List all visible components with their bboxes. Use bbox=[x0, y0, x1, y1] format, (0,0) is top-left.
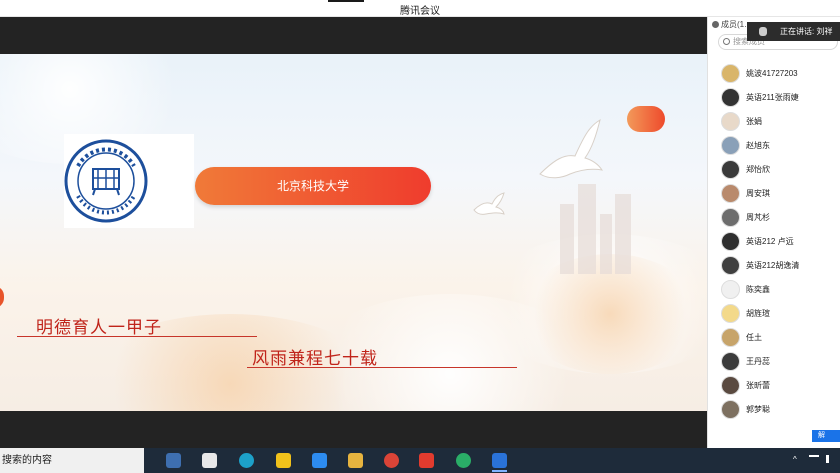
member-name: 赵旭东 bbox=[746, 140, 770, 150]
windows-taskbar: 搜索的内容 ^ bbox=[0, 448, 840, 473]
folder-icon[interactable] bbox=[348, 453, 363, 468]
member-name: 周芃杉 bbox=[746, 212, 770, 222]
member-name: 姚波41727203 bbox=[746, 68, 798, 78]
avatar bbox=[721, 255, 740, 275]
members-panel: 成员(1… 搜索成员 姚波41727203 英语211张雨婕 张娟 赵旭东 郑怡欣 周安琪… bbox=[707, 17, 840, 448]
member-row[interactable]: 张昕蕾 bbox=[708, 373, 840, 397]
confirm-button[interactable]: 解 bbox=[812, 430, 840, 442]
member-name: 英语212 卢远 bbox=[746, 236, 794, 246]
decorative-red-tab bbox=[0, 286, 4, 308]
avatar bbox=[721, 183, 740, 203]
avatar bbox=[721, 327, 740, 347]
avatar bbox=[721, 231, 740, 251]
cloud-app-icon[interactable] bbox=[312, 453, 327, 468]
tencent-meeting-icon[interactable] bbox=[492, 453, 507, 472]
edge-icon[interactable] bbox=[239, 453, 254, 468]
member-row[interactable]: 英语212 卢远 bbox=[708, 229, 840, 253]
notes-icon[interactable] bbox=[276, 453, 291, 468]
avatar bbox=[721, 63, 740, 83]
chrome-icon[interactable] bbox=[384, 453, 399, 468]
member-row[interactable]: 英语211张雨婕 bbox=[708, 85, 840, 109]
member-row[interactable]: 郑怡欣 bbox=[708, 157, 840, 181]
member-name: 张昕蕾 bbox=[746, 380, 770, 390]
member-name: 张娟 bbox=[746, 116, 762, 126]
slogan-line-1: 明德育人一甲子 bbox=[36, 318, 162, 338]
member-name: 任土 bbox=[746, 332, 762, 342]
slogan-underline-1 bbox=[17, 336, 257, 337]
search-icon bbox=[723, 38, 730, 45]
member-row[interactable]: 张娟 bbox=[708, 109, 840, 133]
member-row[interactable]: 任土 bbox=[708, 325, 840, 349]
dove-icon bbox=[539, 118, 604, 179]
slogan-line-2: 风雨兼程七十载 bbox=[252, 349, 378, 369]
member-name: 郭梦聪 bbox=[746, 404, 770, 414]
member-list: 姚波41727203 英语211张雨婕 张娟赵旭东郑怡欣周安琪周芃杉英语212 卢远… bbox=[708, 61, 840, 421]
network-icon[interactable] bbox=[809, 455, 819, 463]
avatar bbox=[721, 207, 740, 227]
member-row[interactable]: 王丹蕊 bbox=[708, 349, 840, 373]
app-icon[interactable] bbox=[202, 453, 217, 468]
member-row[interactable]: 英语212胡逸清 bbox=[708, 253, 840, 277]
member-row[interactable]: 周安琪 bbox=[708, 181, 840, 205]
member-row[interactable]: 周芃杉 bbox=[708, 205, 840, 229]
member-row[interactable]: 姚波41727203 bbox=[708, 61, 840, 85]
microphone-icon bbox=[759, 27, 767, 36]
member-name: 英语212胡逸清 bbox=[746, 260, 800, 270]
member-name: 郑怡欣 bbox=[746, 164, 770, 174]
avatar bbox=[721, 375, 740, 395]
avatar bbox=[721, 135, 740, 155]
member-row[interactable]: 陈奕鑫 bbox=[708, 277, 840, 301]
member-row[interactable]: 赵旭东 bbox=[708, 133, 840, 157]
avatar bbox=[721, 111, 740, 131]
tray-chevron-icon[interactable]: ^ bbox=[793, 455, 797, 464]
volume-icon[interactable] bbox=[826, 455, 834, 463]
member-row[interactable]: 郭梦聪 bbox=[708, 397, 840, 421]
avatar bbox=[721, 351, 740, 371]
title-bar: 腾讯会议 bbox=[0, 0, 840, 17]
university-logo bbox=[64, 134, 194, 228]
speaking-indicator: 正在讲话: 刘祥 bbox=[747, 22, 840, 41]
member-row[interactable]: 胡旌瑄 bbox=[708, 301, 840, 325]
avatar bbox=[721, 303, 740, 323]
avatar bbox=[721, 87, 740, 107]
university-name-badge: 北京科技大学 bbox=[195, 167, 431, 205]
shared-slide: 北京科技大学 明德育人一甲子 风雨兼程七十载 bbox=[0, 54, 707, 411]
avatar bbox=[721, 159, 740, 179]
avatar bbox=[721, 279, 740, 299]
red-app-icon[interactable] bbox=[419, 453, 434, 468]
decorative-orange-circle bbox=[627, 106, 665, 132]
wechat-icon[interactable] bbox=[456, 453, 471, 468]
member-name: 英语211张雨婕 bbox=[746, 92, 799, 102]
meeting-bottom-bar bbox=[0, 411, 707, 448]
meeting-top-bar bbox=[0, 17, 707, 54]
speaking-text: 正在讲话: 刘祥 bbox=[780, 27, 833, 36]
member-name: 陈奕鑫 bbox=[746, 284, 770, 294]
window-title: 腾讯会议 bbox=[400, 6, 440, 17]
slogan-underline-2 bbox=[247, 367, 517, 368]
taskbar-search-input[interactable]: 搜索的内容 bbox=[0, 448, 144, 473]
avatar bbox=[721, 399, 740, 419]
small-dove-icon bbox=[473, 192, 505, 215]
member-name: 周安琪 bbox=[746, 188, 770, 198]
person-icon bbox=[712, 21, 719, 28]
member-name: 王丹蕊 bbox=[746, 356, 770, 366]
browser-icon[interactable] bbox=[166, 453, 181, 468]
member-name: 胡旌瑄 bbox=[746, 308, 770, 318]
